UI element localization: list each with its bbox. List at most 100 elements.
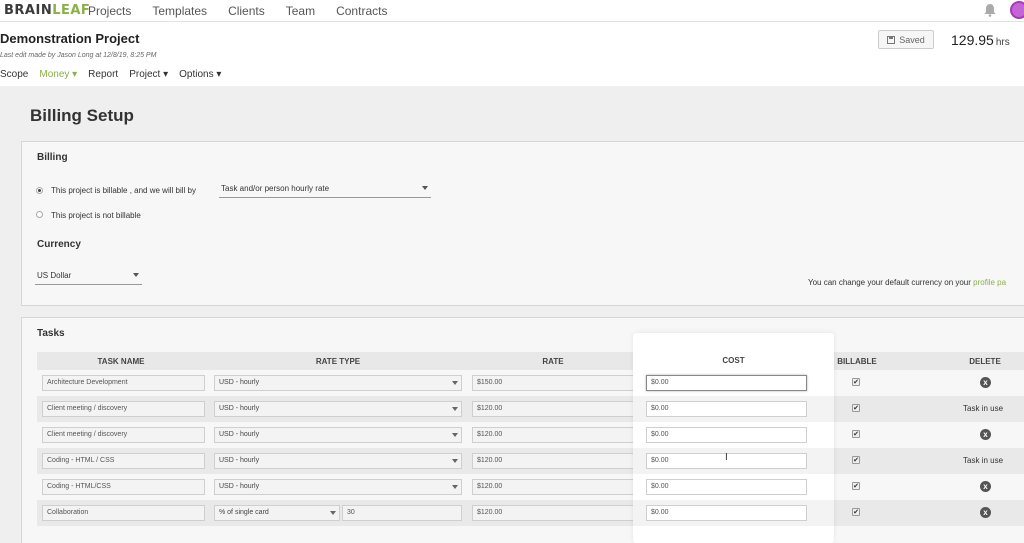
billable-checkbox[interactable]: ✔: [852, 404, 860, 412]
rate-type-value: USD - hourly: [219, 431, 260, 438]
billable-radio[interactable]: [36, 187, 43, 194]
cost-input[interactable]: $0.00: [646, 401, 807, 417]
col-task-name: TASK NAME: [97, 357, 145, 366]
delete-icon[interactable]: x: [980, 507, 991, 518]
rate-type-select[interactable]: USD - hourly: [214, 375, 462, 391]
chevron-down-icon: [133, 273, 139, 277]
billable-checkbox[interactable]: ✔: [852, 430, 860, 438]
rate-type-select[interactable]: USD - hourly: [214, 401, 462, 417]
cost-input[interactable]: $0.00: [646, 505, 807, 521]
billing-panel: Billing This project is billable , and w…: [21, 141, 1024, 306]
chevron-down-icon: [452, 459, 458, 463]
rate-input[interactable]: $120.00: [472, 401, 634, 417]
total-hours: 129.95 hrs: [951, 32, 1010, 48]
hours-unit: hrs: [995, 37, 1010, 48]
table-row: Architecture Development USD - hourly $150…: [37, 370, 1024, 396]
subnav-report[interactable]: Report: [88, 69, 118, 80]
subnav-project[interactable]: Project ▾: [129, 69, 168, 80]
task-name-input[interactable]: Coding - HTML/CSS: [42, 479, 205, 495]
profile-note-text: You can change your default currency on …: [808, 278, 971, 287]
col-delete: DELETE: [969, 357, 1001, 366]
chevron-down-icon: [452, 485, 458, 489]
subnav-options[interactable]: Options ▾: [179, 69, 221, 80]
nav-link-contracts[interactable]: Contracts: [336, 4, 387, 18]
rate-type-value: USD - hourly: [219, 405, 260, 412]
task-in-use-label: Task in use: [963, 456, 1004, 465]
braineleaf-logo[interactable]: BRAINLEAF: [4, 3, 90, 18]
project-title: Demonstration Project: [0, 31, 140, 46]
rate-input[interactable]: $120.00: [472, 479, 634, 495]
project-subnav: Scope Money ▾ Report Project ▾ Options ▾: [0, 69, 232, 80]
cost-input[interactable]: $0.00: [646, 427, 807, 443]
user-avatar[interactable]: [1010, 1, 1024, 19]
table-row: Client meeting / discovery USD - hourly $1…: [37, 396, 1024, 422]
cost-input[interactable]: $0.00: [646, 479, 807, 495]
last-edit-info: Last edit made by Jason Long at 12/8/19,…: [0, 52, 157, 59]
rate-input[interactable]: $120.00: [472, 427, 634, 443]
billable-checkbox[interactable]: ✔: [852, 378, 860, 386]
billable-checkbox[interactable]: ✔: [852, 482, 860, 490]
col-cost: COST: [722, 356, 745, 365]
nav-link-templates[interactable]: Templates: [152, 4, 207, 18]
billable-checkbox[interactable]: ✔: [852, 508, 860, 516]
rate-type-select[interactable]: USD - hourly: [214, 453, 462, 469]
chevron-down-icon: [452, 433, 458, 437]
logo-part-b: LEAF: [52, 3, 91, 18]
rate-type-select[interactable]: USD - hourly: [214, 479, 462, 495]
cost-input[interactable]: $0.00: [646, 375, 807, 391]
task-name-input[interactable]: Coding - HTML / CSS: [42, 453, 205, 469]
rate-type-select[interactable]: USD - hourly: [214, 427, 462, 443]
task-name-input[interactable]: Architecture Development: [42, 375, 205, 391]
task-name-input[interactable]: Client meeting / discovery: [42, 401, 205, 417]
profile-page-link[interactable]: profile pa: [973, 278, 1006, 287]
saved-label: Saved: [899, 34, 925, 45]
not-billable-radio[interactable]: [36, 211, 43, 218]
billing-heading: Billing: [37, 152, 68, 163]
chevron-down-icon: [422, 186, 428, 190]
task-name-input[interactable]: Client meeting / discovery: [42, 427, 205, 443]
rate-type-select[interactable]: % of single card: [214, 505, 340, 521]
task-name-input[interactable]: Collaboration: [42, 505, 205, 521]
table-row: Coding - HTML/CSS USD - hourly $120.00 ✔ x: [37, 474, 1024, 500]
table-row: Collaboration % of single card 30 $120.00 ✔ x: [37, 500, 1024, 526]
chevron-down-icon: [452, 381, 458, 385]
top-nav: BRAINLEAF Projects Templates Clients Tea…: [0, 0, 1024, 22]
table-row: Client meeting / discovery USD - hourly $1…: [37, 422, 1024, 448]
delete-icon[interactable]: x: [980, 377, 991, 388]
text-cursor-icon: I: [725, 452, 728, 463]
saved-button[interactable]: Saved: [878, 30, 934, 49]
bill-by-value: Task and/or person hourly rate: [221, 184, 330, 193]
task-in-use-label: Task in use: [963, 404, 1004, 413]
delete-icon[interactable]: x: [980, 481, 991, 492]
bill-by-select[interactable]: Task and/or person hourly rate: [219, 184, 431, 198]
nav-link-clients[interactable]: Clients: [228, 4, 265, 18]
cost-column-highlight: COST $0.00 $0.00 $0.00 $0.00 $0.00 $0.00: [633, 333, 834, 543]
rate-type-value: USD - hourly: [219, 483, 260, 490]
rate-input[interactable]: $120.00: [472, 453, 634, 469]
delete-icon[interactable]: x: [980, 429, 991, 440]
nav-link-projects[interactable]: Projects: [88, 4, 131, 18]
currency-select[interactable]: US Dollar: [35, 271, 142, 285]
save-icon: [887, 35, 896, 44]
rate-type-value: USD - hourly: [219, 379, 260, 386]
rate-type-value: % of single card: [219, 509, 269, 516]
percent-input[interactable]: 30: [342, 505, 462, 521]
rate-input[interactable]: $120.00: [472, 505, 634, 521]
subnav-scope[interactable]: Scope: [0, 69, 28, 80]
main-nav-links: Projects Templates Clients Team Contract…: [88, 4, 408, 18]
profile-currency-note: You can change your default currency on …: [808, 278, 1006, 287]
subnav-money[interactable]: Money ▾: [39, 69, 77, 80]
currency-value: US Dollar: [37, 271, 72, 280]
col-billable: BILLABLE: [837, 357, 877, 366]
nav-link-team[interactable]: Team: [286, 4, 315, 18]
billable-label: This project is billable , and we will b…: [51, 186, 196, 195]
billable-checkbox[interactable]: ✔: [852, 456, 860, 464]
page-title: Billing Setup: [30, 106, 134, 125]
currency-heading: Currency: [37, 239, 81, 250]
bell-icon[interactable]: [983, 3, 997, 17]
not-billable-label: This project is not billable: [51, 211, 141, 220]
rate-input[interactable]: $150.00: [472, 375, 634, 391]
chevron-down-icon: [330, 511, 336, 515]
chevron-down-icon: [452, 407, 458, 411]
table-row: Coding - HTML / CSS USD - hourly $120.00 ✔ T…: [37, 448, 1024, 474]
